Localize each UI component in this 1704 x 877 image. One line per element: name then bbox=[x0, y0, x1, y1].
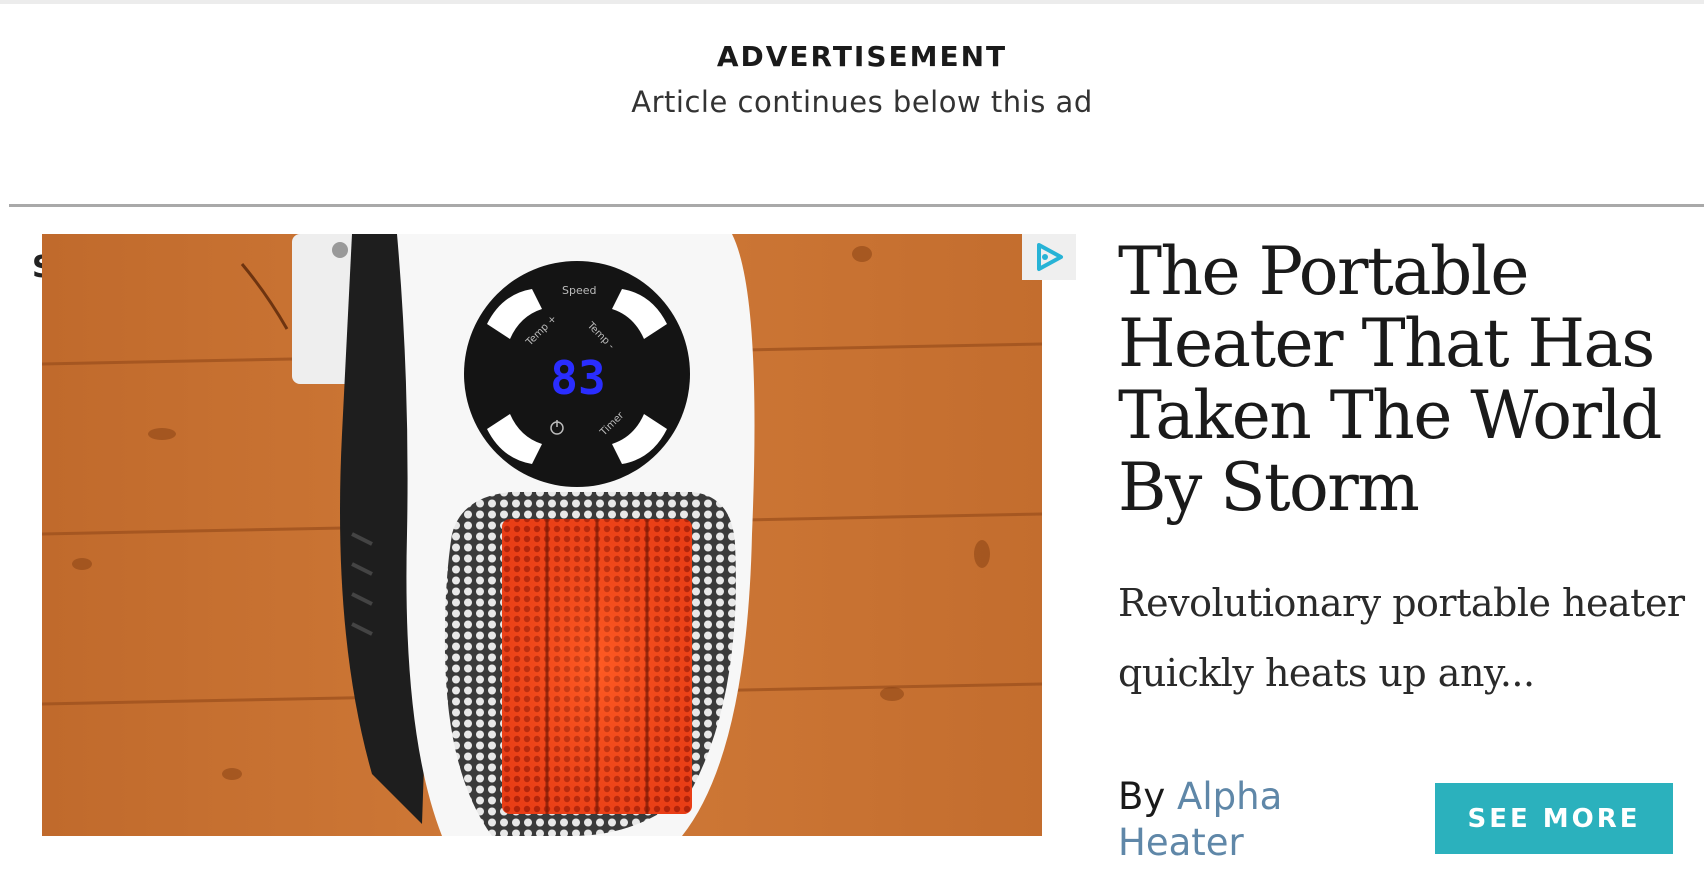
adchoices-icon[interactable] bbox=[1022, 234, 1076, 280]
byline-prefix: By bbox=[1118, 775, 1166, 818]
top-rule bbox=[0, 0, 1704, 4]
ad-byline: By Alpha Heater bbox=[1118, 774, 1358, 866]
advertisement-label: ADVERTISEMENT bbox=[716, 40, 1008, 73]
ad-image[interactable]: Speed Temp + Temp - Timer 83 bbox=[42, 234, 1042, 836]
heater-illustration: Speed Temp + Temp - Timer 83 bbox=[42, 234, 1042, 836]
ad-description: Revolutionary portable heater quickly he… bbox=[1118, 581, 1685, 695]
display-reading: 83 bbox=[550, 351, 605, 405]
see-more-button[interactable]: SEE MORE bbox=[1435, 783, 1673, 854]
ad-header: ADVERTISEMENT Article continues below th… bbox=[0, 40, 1704, 122]
ad-headline[interactable]: The Portable Heater That Has Taken The W… bbox=[1118, 236, 1698, 524]
ad-subtitle: Article continues below this ad bbox=[631, 85, 1093, 119]
section-divider bbox=[9, 204, 1704, 207]
speed-label: Speed bbox=[562, 284, 596, 297]
